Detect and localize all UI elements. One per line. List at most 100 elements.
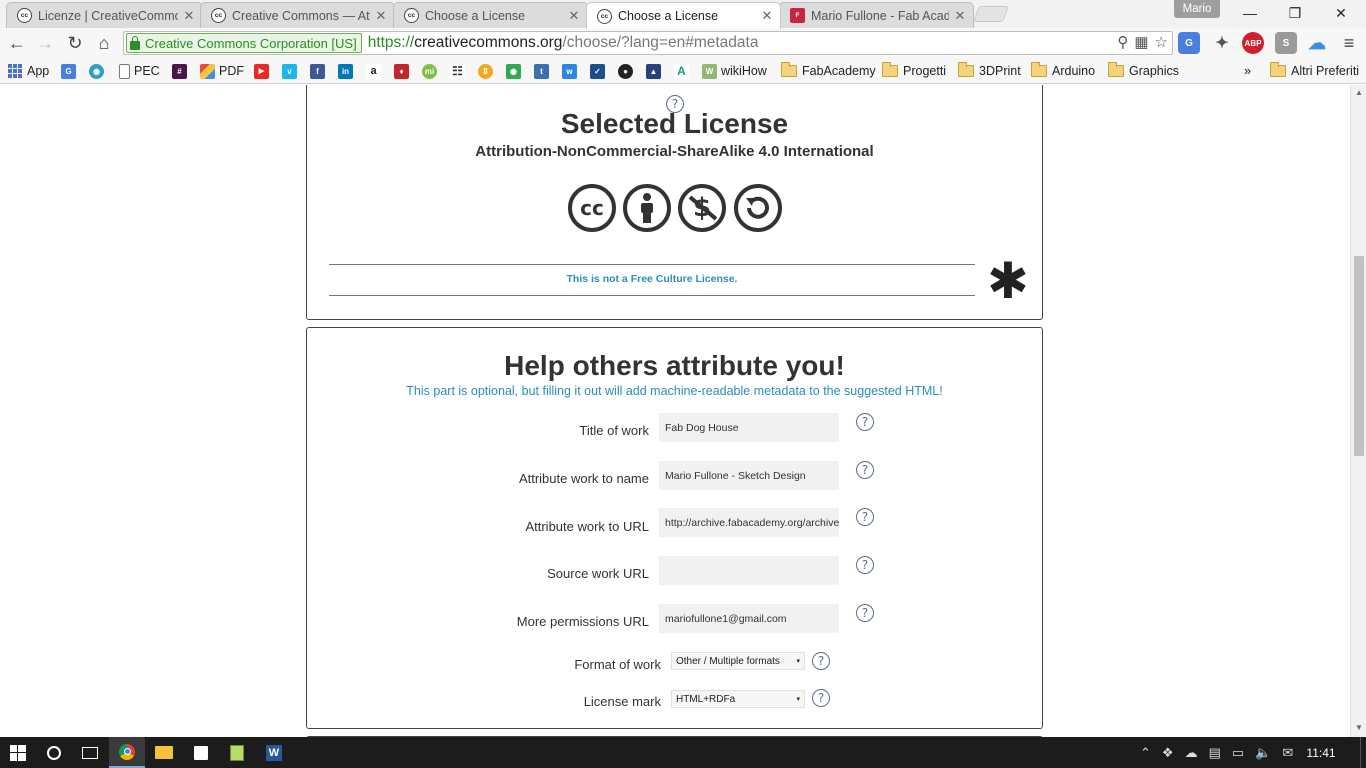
bookmark-slack[interactable]: # xyxy=(172,62,191,80)
bookmark-folder-arduino[interactable]: Arduino xyxy=(1031,62,1095,80)
close-icon[interactable]: ✕ xyxy=(760,8,774,24)
scroll-up-icon[interactable]: ▲ xyxy=(1351,88,1366,97)
close-icon[interactable]: ✕ xyxy=(374,8,388,24)
bookmark-youtube[interactable]: ▶ xyxy=(254,62,273,80)
close-icon[interactable]: ✕ xyxy=(953,8,967,24)
bookmark-vimeo[interactable]: v xyxy=(282,62,301,80)
minimize-icon[interactable]: — xyxy=(1227,0,1273,26)
more-permissions-input[interactable]: mariofullone1@gmail.com xyxy=(659,604,839,633)
bookmark-pec[interactable]: PEC xyxy=(119,62,160,80)
tab-4-active[interactable]: cc Choose a License ✕ xyxy=(586,2,781,29)
bookmark-folder-progetti[interactable]: Progetti xyxy=(882,62,946,80)
show-desktop-button[interactable] xyxy=(1360,737,1366,768)
help-icon[interactable]: ? xyxy=(856,461,874,479)
bookmarks-overflow-button[interactable]: » xyxy=(1244,62,1251,80)
close-icon[interactable]: ✕ xyxy=(182,8,196,24)
new-tab-button[interactable] xyxy=(973,6,1009,22)
s-extension-icon[interactable]: S xyxy=(1275,32,1297,54)
help-icon[interactable]: ? xyxy=(856,556,874,574)
translate-icon[interactable]: ▦ xyxy=(1134,33,1148,51)
by-icon[interactable] xyxy=(623,184,671,232)
bookmark-disc[interactable]: ● xyxy=(618,62,637,80)
dropbox-icon[interactable]: ❖ xyxy=(1162,745,1174,761)
tab-3[interactable]: cc Choose a License ✕ xyxy=(393,2,588,28)
attribute-name-input[interactable]: Mario Fullone - Sketch Design xyxy=(659,461,839,490)
source-url-input[interactable] xyxy=(659,556,839,585)
bookmark-wikihow[interactable]: W wikiHow xyxy=(702,62,767,80)
url-text[interactable]: https://creativecommons.org/choose/?lang… xyxy=(368,34,759,52)
asterisk-icon[interactable]: ✱ xyxy=(987,256,1029,306)
clock[interactable]: 11:41 xyxy=(1292,737,1350,768)
sa-icon[interactable] xyxy=(734,184,782,232)
help-icon[interactable]: ? xyxy=(812,689,830,707)
profile-button[interactable]: Mario xyxy=(1174,0,1220,18)
bookmark-photo[interactable]: ◉ xyxy=(89,62,108,80)
word-icon[interactable]: W xyxy=(256,737,292,768)
bookmark-apps[interactable]: App xyxy=(8,62,49,80)
volume-mute-icon[interactable]: 🔈 xyxy=(1255,745,1271,761)
help-icon[interactable]: ? xyxy=(856,413,874,431)
forward-icon[interactable]: → xyxy=(33,31,57,55)
windows-start-icon[interactable] xyxy=(0,737,36,768)
bookmark-mi[interactable]: mi xyxy=(422,62,441,80)
close-window-icon[interactable]: ✕ xyxy=(1318,0,1364,26)
help-icon[interactable]: ? xyxy=(812,652,830,670)
help-icon[interactable]: ? xyxy=(856,508,874,526)
help-icon[interactable]: ? xyxy=(856,604,874,622)
bookmark-folder-graphics[interactable]: Graphics xyxy=(1108,62,1179,80)
bookmark-folder-other[interactable]: Altri Preferiti xyxy=(1270,62,1359,80)
license-mark-select[interactable]: HTML+RDFa ▾ xyxy=(671,690,805,708)
file-explorer-icon[interactable] xyxy=(146,737,182,768)
attribute-url-input[interactable]: http://archive.fabacademy.org/archives xyxy=(659,508,839,537)
scroll-down-icon[interactable]: ▼ xyxy=(1351,723,1366,732)
tab-5[interactable]: F Mario Fullone - Fab Academy ✕ xyxy=(779,2,974,28)
nc-icon[interactable]: $ xyxy=(678,184,726,232)
bookmark-folder-3dprint[interactable]: 3DPrint xyxy=(958,62,1021,80)
home-icon[interactable]: ⌂ xyxy=(92,31,116,55)
bookmark-amazon[interactable]: a xyxy=(366,62,385,80)
bookmark-linkedin[interactable]: in xyxy=(338,62,357,80)
wand-extension-icon[interactable]: ✦ xyxy=(1211,32,1233,54)
restore-icon[interactable]: ❐ xyxy=(1272,0,1318,26)
bookmark-a[interactable]: A xyxy=(674,62,693,80)
bookmark-facebook[interactable]: f xyxy=(310,62,329,80)
bookmark-thingiverse[interactable]: t xyxy=(534,62,553,80)
search-icon[interactable] xyxy=(36,737,72,768)
scrollbar-thumb[interactable] xyxy=(1354,256,1364,456)
onedrive-icon[interactable]: ☁ xyxy=(1185,745,1198,761)
back-icon[interactable]: ← xyxy=(5,31,29,55)
bookmark-devil[interactable]: ♦ xyxy=(394,62,413,80)
star-icon[interactable]: ☆ xyxy=(1155,33,1168,51)
address-bar[interactable]: Creative Commons Corporation [US] https:… xyxy=(123,31,1173,55)
store-icon[interactable] xyxy=(183,737,219,768)
reload-icon[interactable]: ↻ xyxy=(63,31,87,55)
close-icon[interactable]: ✕ xyxy=(567,8,581,24)
bookmark-folder-fabacademy[interactable]: FabAcademy xyxy=(781,62,876,80)
tab-2[interactable]: cc Creative Commons — Attribution ✕ xyxy=(200,2,395,28)
bookmark-green[interactable]: ◉ xyxy=(506,62,525,80)
format-of-work-select[interactable]: Other / Multiple formats ▾ xyxy=(671,652,805,670)
task-view-icon[interactable] xyxy=(72,737,108,768)
free-culture-notice[interactable]: This is not a Free Culture License. xyxy=(329,273,975,285)
vertical-scrollbar[interactable]: ▲ ▼ xyxy=(1350,85,1366,737)
chrome-taskbar-icon[interactable] xyxy=(109,737,145,768)
bookmark-pdf[interactable]: PDF xyxy=(200,62,244,80)
menu-icon[interactable]: ≡ xyxy=(1338,32,1360,54)
bookmark-shield[interactable]: ✓ xyxy=(590,62,609,80)
tab-1[interactable]: cc Licenze | CreativeCommons ✕ xyxy=(6,2,203,28)
battery-icon[interactable]: ▭ xyxy=(1232,745,1244,761)
bookmark-w[interactable]: w xyxy=(562,62,581,80)
cloud-extension-icon[interactable]: ☁ xyxy=(1306,32,1328,54)
network-icon[interactable]: ▤ xyxy=(1209,745,1221,761)
notepad-icon[interactable] xyxy=(219,737,255,768)
bookmark-translate[interactable]: G xyxy=(61,62,80,80)
security-badge[interactable]: Creative Commons Corporation [US] xyxy=(126,33,362,53)
tray-chevron-icon[interactable]: ⌃ xyxy=(1140,745,1151,761)
adblock-extension-icon[interactable]: ABP xyxy=(1242,32,1264,54)
bookmark-instructables[interactable]: 8 xyxy=(478,62,497,80)
google-translate-extension-icon[interactable]: G xyxy=(1178,32,1200,54)
title-of-work-input[interactable]: Fab Dog House xyxy=(659,413,839,442)
zoom-icon[interactable]: ⚲ xyxy=(1117,33,1128,51)
bookmark-mountain[interactable]: ▲ xyxy=(646,62,665,80)
cc-icon[interactable]: cc xyxy=(568,184,616,232)
